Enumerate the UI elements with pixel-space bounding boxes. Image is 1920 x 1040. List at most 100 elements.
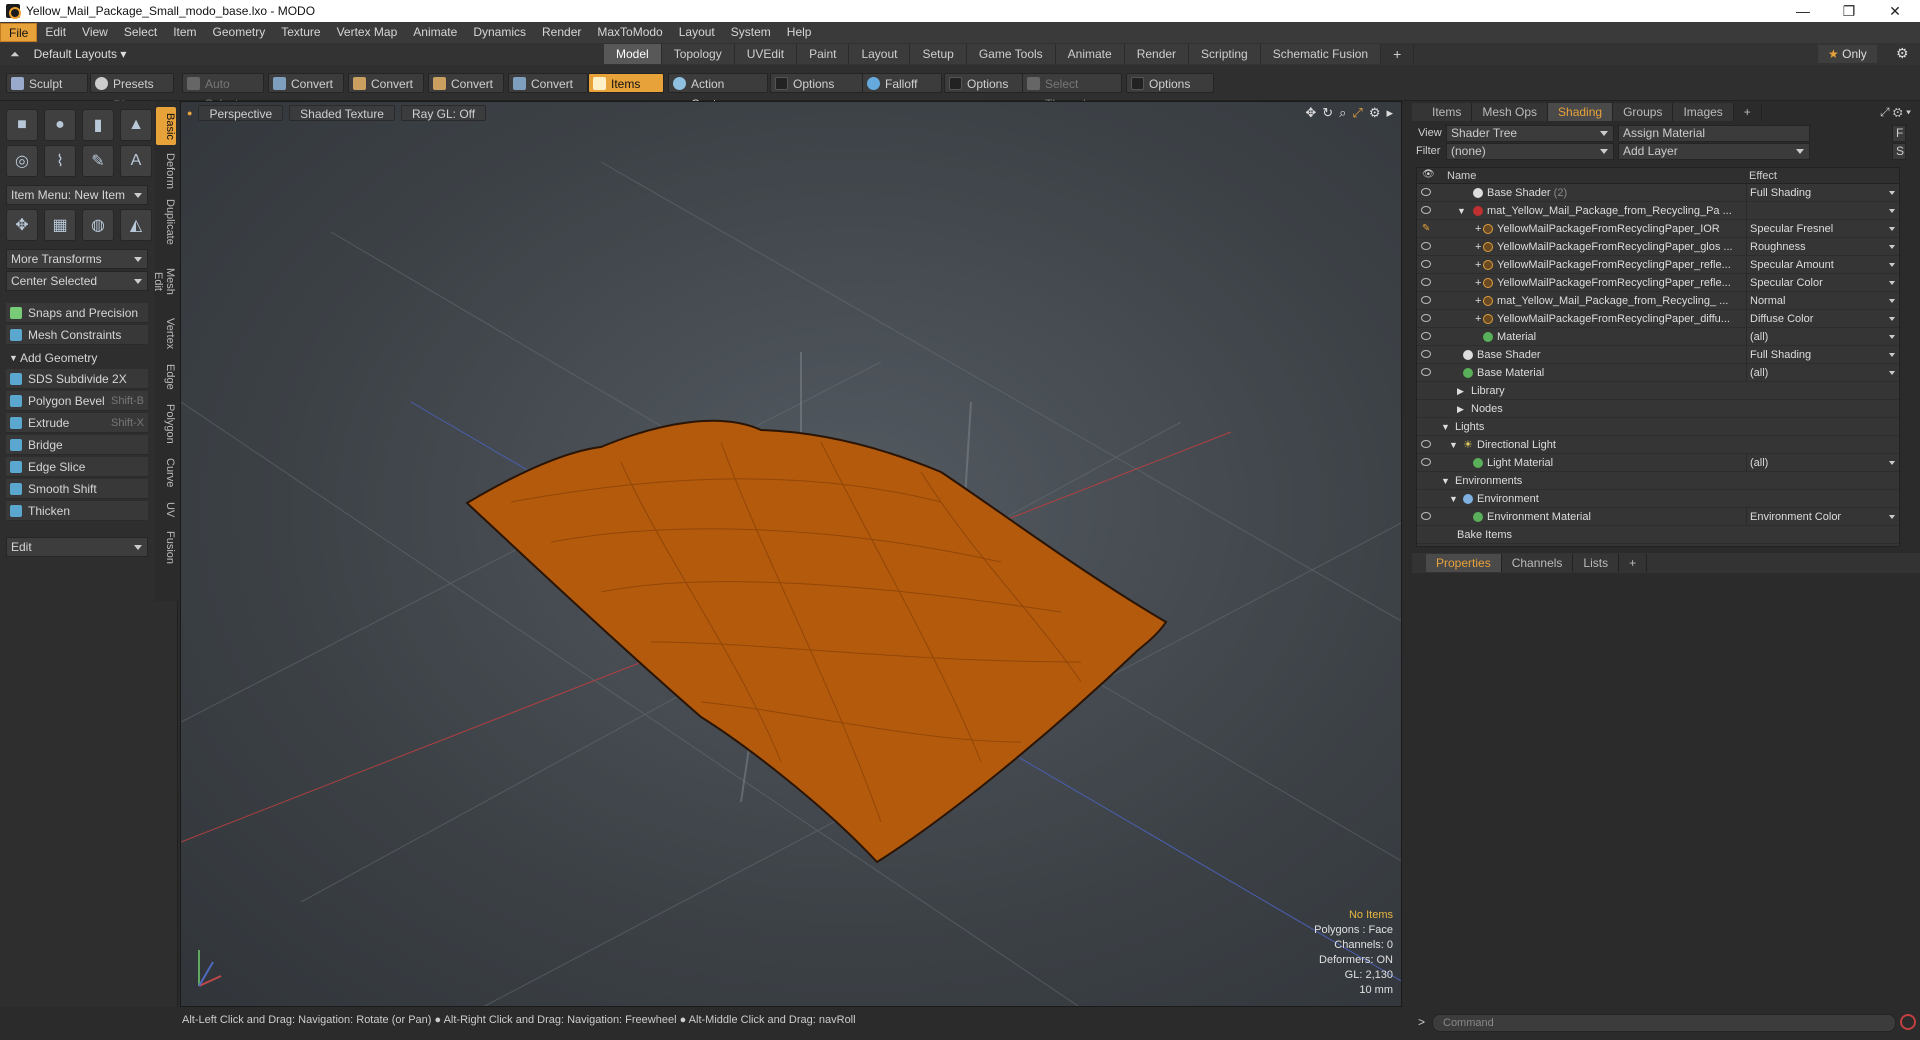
add-right-tab-button[interactable]: + — [1734, 103, 1762, 121]
convert-button-4[interactable]: Convert — [508, 73, 588, 93]
menu-maxtomodo[interactable]: MaxToModo — [589, 23, 670, 42]
collapse-arrow-icon[interactable]: ▼ — [1457, 202, 1466, 220]
add-layer-dropdown[interactable]: Add Layer — [1618, 143, 1810, 160]
side-tab-curve[interactable]: Curve — [156, 453, 176, 493]
menu-dynamics[interactable]: Dynamics — [465, 23, 534, 42]
cube-icon[interactable]: ■ — [6, 109, 38, 141]
menu-texture[interactable]: Texture — [273, 23, 328, 42]
tree-row-mat-yellow-mail[interactable]: ▼ mat_Yellow_Mail_Package_from_Recycling_… — [1417, 202, 1899, 220]
tab-shading[interactable]: Shading — [1548, 103, 1614, 121]
zoom-icon[interactable]: ⌕ — [1339, 105, 1346, 121]
tab-uvedit[interactable]: UVEdit — [734, 44, 798, 64]
visibility-icon[interactable] — [1421, 278, 1431, 286]
visibility-icon[interactable] — [1421, 368, 1431, 376]
select-through-button[interactable]: Select Through — [1022, 73, 1122, 111]
falloff-options-button[interactable]: Options — [944, 73, 1026, 93]
thicken-button[interactable]: Thicken — [6, 501, 148, 521]
effect-column-header[interactable]: Effect — [1749, 168, 1777, 184]
tree-row-lights[interactable]: ▼ Lights — [1417, 418, 1899, 436]
menu-animate[interactable]: Animate — [405, 23, 465, 42]
bridge-button[interactable]: Bridge — [6, 435, 148, 455]
menu-layout[interactable]: Layout — [671, 23, 723, 42]
filter-dropdown[interactable]: (none) — [1446, 143, 1614, 160]
side-tab-duplicate[interactable]: Duplicate — [156, 195, 176, 249]
orbit-icon[interactable]: ↻ — [1322, 105, 1333, 121]
convert-button-1[interactable]: Convert — [268, 73, 344, 93]
tree-row-reflection-color[interactable]: + YellowMailPackageFromRecyclingPaper_ref… — [1417, 274, 1899, 292]
visibility-icon[interactable] — [1421, 512, 1431, 520]
sculpt-button[interactable]: Sculpt — [6, 73, 88, 93]
mesh-constraints-button[interactable]: Mesh Constraints — [6, 325, 148, 345]
brush-icon[interactable]: ✎ — [1422, 220, 1430, 238]
edge-slice-button[interactable]: Edge Slice — [6, 457, 148, 477]
command-record-icon[interactable] — [1900, 1014, 1916, 1030]
tab-layout[interactable]: Layout — [849, 44, 911, 64]
expand-plus-icon[interactable]: + — [1475, 310, 1481, 328]
polygon-bevel-button[interactable]: Polygon Bevel Shift-B — [6, 391, 148, 411]
viewport-settings-icon[interactable]: ⚙ — [1369, 105, 1381, 121]
move-icon[interactable]: ✥ — [6, 209, 38, 241]
sds-subdivide-button[interactable]: SDS Subdivide 2X — [6, 369, 148, 389]
grid-icon[interactable]: ▦ — [44, 209, 76, 241]
side-tab-deform[interactable]: Deform — [156, 149, 176, 191]
tube-icon[interactable]: ⌇ — [44, 145, 76, 177]
menu-file[interactable]: File — [0, 23, 38, 42]
sphere-icon[interactable]: ● — [44, 109, 76, 141]
restore-button[interactable]: ❐ — [1826, 0, 1872, 22]
tree-row-normal[interactable]: + mat_Yellow_Mail_Package_from_Recycling_… — [1417, 292, 1899, 310]
command-input[interactable]: Command — [1432, 1014, 1896, 1032]
collapse-arrow-icon[interactable]: ▼ — [1441, 418, 1450, 436]
item-menu-dropdown[interactable]: Item Menu: New Item — [6, 185, 148, 205]
s-button[interactable]: S — [1892, 143, 1906, 160]
center-selected-dropdown[interactable]: Center Selected — [6, 271, 148, 291]
action-center-options-button[interactable]: Options — [770, 73, 866, 93]
visibility-icon[interactable] — [1421, 332, 1431, 340]
smooth-shift-button[interactable]: Smooth Shift — [6, 479, 148, 499]
tree-row-diffuse[interactable]: + YellowMailPackageFromRecyclingPaper_dif… — [1417, 310, 1899, 328]
action-center-button[interactable]: Action Center — [668, 73, 768, 111]
collapse-arrow-icon[interactable]: ▼ — [1449, 490, 1458, 508]
tab-paint[interactable]: Paint — [797, 44, 850, 64]
tree-row-environment[interactable]: ▼ Environment — [1417, 490, 1899, 508]
tree-row-environment-material[interactable]: Environment Material Environment Color — [1417, 508, 1899, 526]
tree-row-nodes[interactable]: ▶ Nodes — [1417, 400, 1899, 418]
shader-tree[interactable]: 👁 Name Effect Base Shader (2) Full Shadin… — [1416, 167, 1900, 547]
menu-view[interactable]: View — [74, 23, 116, 42]
menu-vertex-map[interactable]: Vertex Map — [329, 23, 406, 42]
view-dropdown[interactable]: Shader Tree — [1446, 125, 1614, 142]
tree-row-glossiness[interactable]: + YellowMailPackageFromRecyclingPaper_glo… — [1417, 238, 1899, 256]
tab-setup[interactable]: Setup — [910, 44, 967, 64]
tab-images[interactable]: Images — [1673, 103, 1734, 121]
falloff-button[interactable]: Falloff — [862, 73, 942, 93]
side-tab-basic[interactable]: Basic — [156, 107, 176, 145]
convert-button-2[interactable]: Convert — [348, 73, 424, 93]
pan-icon[interactable]: ✥ — [1305, 105, 1316, 121]
visibility-icon[interactable] — [1421, 296, 1431, 304]
side-tab-edge[interactable]: Edge — [156, 359, 176, 395]
tree-row-base-shader-2[interactable]: Base Shader (2) Full Shading — [1417, 184, 1899, 202]
extrude-button[interactable]: Extrude Shift-X — [6, 413, 148, 433]
menu-system[interactable]: System — [723, 23, 779, 42]
menu-help[interactable]: Help — [779, 23, 820, 42]
minimize-button[interactable]: — — [1780, 0, 1826, 22]
expand-plus-icon[interactable]: + — [1475, 292, 1481, 310]
visibility-icon[interactable] — [1421, 188, 1431, 196]
tree-row-reflection-amount[interactable]: + YellowMailPackageFromRecyclingPaper_ref… — [1417, 256, 1899, 274]
visibility-icon[interactable] — [1421, 314, 1431, 322]
visibility-icon[interactable] — [1421, 440, 1431, 448]
side-tab-vertex[interactable]: Vertex — [156, 313, 176, 355]
select-through-options-button[interactable]: Options — [1126, 73, 1214, 93]
layout-toggle-icon[interactable]: ⏶ — [10, 47, 20, 62]
edit-dropdown[interactable]: Edit — [6, 537, 148, 557]
text-icon[interactable]: A — [120, 145, 152, 177]
add-geometry-section[interactable]: ▼ Add Geometry — [6, 349, 148, 367]
f-button[interactable]: F — [1892, 125, 1906, 142]
default-layouts-dropdown[interactable]: Default Layouts ▾ — [34, 47, 127, 61]
tree-row-environments[interactable]: ▼ Environments — [1417, 472, 1899, 490]
cone-icon[interactable]: ▲ — [120, 109, 152, 141]
collapse-arrow-icon[interactable]: ▼ — [1441, 472, 1450, 490]
menu-item[interactable]: Item — [165, 23, 204, 42]
gear-icon[interactable]: ⚙ — [1896, 45, 1909, 62]
tree-row-light-material[interactable]: Light Material (all) — [1417, 454, 1899, 472]
side-tab-mesh-edit[interactable]: Mesh Edit — [152, 253, 176, 309]
